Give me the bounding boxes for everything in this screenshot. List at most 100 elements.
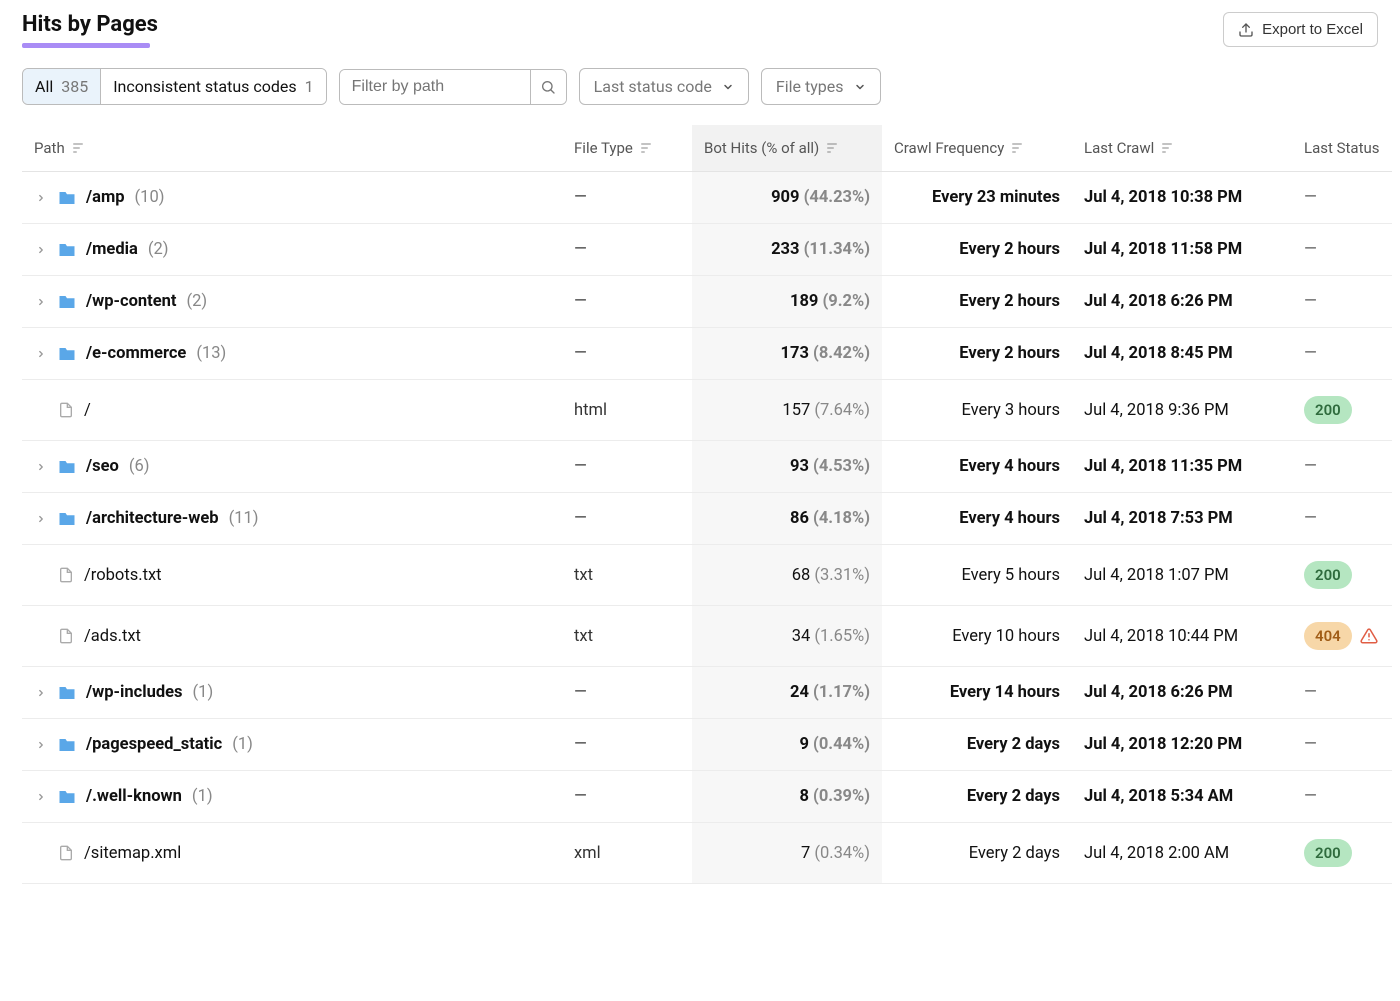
file-icon (58, 566, 74, 584)
status-badge: 404 (1304, 622, 1352, 650)
status-dash: — (1304, 292, 1317, 311)
col-label: Bot Hits (% of all) (704, 139, 819, 157)
cell-crawl-frequency: Every 2 days (882, 823, 1072, 884)
table-row[interactable]: /architecture-web (11)—86 (4.18%)Every 4… (22, 493, 1392, 545)
cell-bot-hits: 86 (4.18%) (692, 493, 882, 545)
path-text: /media (86, 240, 138, 259)
col-header-file-type[interactable]: File Type (562, 125, 692, 172)
file-types-dropdown[interactable]: File types (761, 68, 881, 105)
col-label: Last Crawl (1084, 139, 1154, 157)
status-dash: — (1304, 457, 1317, 476)
col-header-crawl-freq[interactable]: Crawl Frequency (882, 125, 1072, 172)
path-text: /e-commerce (86, 344, 186, 363)
expand-chevron-icon[interactable] (34, 193, 48, 203)
cell-crawl-frequency: Every 2 days (882, 719, 1072, 771)
status-badge: 200 (1304, 396, 1352, 424)
file-icon (58, 627, 74, 645)
cell-last-status: — (1292, 224, 1392, 276)
table-row[interactable]: /wp-content (2)—189 (9.2%)Every 2 hoursJ… (22, 276, 1392, 328)
cell-bot-hits: 173 (8.42%) (692, 328, 882, 380)
cell-file-type: — (562, 493, 692, 545)
path-text: /.well-known (86, 787, 182, 806)
cell-file-type: — (562, 441, 692, 493)
col-label: Crawl Frequency (894, 139, 1004, 157)
folder-icon (58, 736, 76, 754)
cell-bot-hits: 233 (11.34%) (692, 224, 882, 276)
expand-chevron-icon[interactable] (34, 349, 48, 359)
chevron-down-icon (722, 81, 734, 93)
col-header-path[interactable]: Path (22, 125, 562, 172)
expand-chevron-icon[interactable] (34, 688, 48, 698)
cell-last-status: — (1292, 719, 1392, 771)
cell-file-type: — (562, 328, 692, 380)
hits-percent: (4.53%) (813, 457, 870, 476)
col-header-last-status[interactable]: Last Status (1292, 125, 1392, 172)
cell-bot-hits: 909 (44.23%) (692, 172, 882, 224)
expand-chevron-icon[interactable] (34, 245, 48, 255)
cell-last-crawl: Jul 4, 2018 10:38 PM (1072, 172, 1292, 224)
table-row[interactable]: /wp-includes (1)—24 (1.17%)Every 14 hour… (22, 667, 1392, 719)
expand-chevron-icon[interactable] (34, 462, 48, 472)
cell-last-status: — (1292, 328, 1392, 380)
segment-all-count: 385 (61, 77, 88, 96)
table-row[interactable]: /amp (10)—909 (44.23%)Every 23 minutesJu… (22, 172, 1392, 224)
col-header-last-crawl[interactable]: Last Crawl (1072, 125, 1292, 172)
table-row[interactable]: /.well-known (1)—8 (0.39%)Every 2 daysJu… (22, 771, 1392, 823)
table-row[interactable]: /e-commerce (13)—173 (8.42%)Every 2 hour… (22, 328, 1392, 380)
hits-percent: (0.44%) (813, 735, 870, 754)
cell-last-status: — (1292, 172, 1392, 224)
expand-chevron-icon[interactable] (34, 792, 48, 802)
path-text: /robots.txt (84, 566, 162, 585)
path-count: (13) (196, 344, 226, 363)
path-count: (1) (192, 787, 213, 806)
path-count: (10) (135, 188, 165, 207)
hits-number: 157 (782, 401, 810, 420)
table-row[interactable]: /ads.txttxt34 (1.65%)Every 10 hoursJul 4… (22, 606, 1392, 667)
table-row[interactable]: /sitemap.xmlxml7 (0.34%)Every 2 daysJul … (22, 823, 1392, 884)
cell-file-type: — (562, 667, 692, 719)
segment-inconsistent[interactable]: Inconsistent status codes 1 (100, 69, 325, 104)
search-input[interactable] (340, 70, 530, 104)
export-to-excel-button[interactable]: Export to Excel (1223, 12, 1378, 47)
cell-last-crawl: Jul 4, 2018 10:44 PM (1072, 606, 1292, 667)
cell-last-crawl: Jul 4, 2018 6:26 PM (1072, 667, 1292, 719)
page-title: Hits by Pages (22, 12, 1378, 37)
search-button[interactable] (530, 70, 566, 104)
cell-last-crawl: Jul 4, 2018 2:00 AM (1072, 823, 1292, 884)
title-underline (22, 43, 150, 48)
path-count: (2) (187, 292, 208, 311)
hits-number: 909 (771, 188, 799, 207)
table-row[interactable]: /seo (6)—93 (4.53%)Every 4 hoursJul 4, 2… (22, 441, 1392, 493)
col-label: Last Status (1304, 139, 1380, 157)
expand-chevron-icon[interactable] (34, 514, 48, 524)
status-badge: 200 (1304, 839, 1352, 867)
expand-chevron-icon[interactable] (34, 297, 48, 307)
hits-percent: (4.18%) (813, 509, 870, 528)
cell-bot-hits: 7 (0.34%) (692, 823, 882, 884)
status-dash: — (1304, 735, 1317, 754)
search-icon (540, 79, 556, 95)
expand-chevron-icon[interactable] (34, 740, 48, 750)
path-text: /seo (86, 457, 119, 476)
last-status-code-dropdown[interactable]: Last status code (579, 68, 749, 105)
cell-last-crawl: Jul 4, 2018 11:35 PM (1072, 441, 1292, 493)
cell-last-crawl: Jul 4, 2018 7:53 PM (1072, 493, 1292, 545)
table-row[interactable]: /html157 (7.64%)Every 3 hoursJul 4, 2018… (22, 380, 1392, 441)
segment-all-label: All (35, 77, 53, 96)
status-badge: 200 (1304, 561, 1352, 589)
hits-number: 24 (790, 683, 809, 702)
hits-number: 7 (801, 844, 810, 863)
table-row[interactable]: /media (2)—233 (11.34%)Every 2 hoursJul … (22, 224, 1392, 276)
cell-file-type: html (562, 380, 692, 441)
cell-crawl-frequency: Every 2 hours (882, 328, 1072, 380)
col-header-bot-hits[interactable]: Bot Hits (% of all) (692, 125, 882, 172)
cell-crawl-frequency: Every 23 minutes (882, 172, 1072, 224)
folder-icon (58, 293, 76, 311)
hits-table: Path File Type Bot Hits (% of all) Crawl (22, 125, 1392, 884)
table-row[interactable]: /pagespeed_static (1)—9 (0.44%)Every 2 d… (22, 719, 1392, 771)
segment-all[interactable]: All 385 (23, 69, 100, 104)
table-row[interactable]: /robots.txttxt68 (3.31%)Every 5 hoursJul… (22, 545, 1392, 606)
hits-percent: (7.64%) (814, 401, 870, 420)
search-wrap (339, 69, 567, 105)
cell-bot-hits: 9 (0.44%) (692, 719, 882, 771)
